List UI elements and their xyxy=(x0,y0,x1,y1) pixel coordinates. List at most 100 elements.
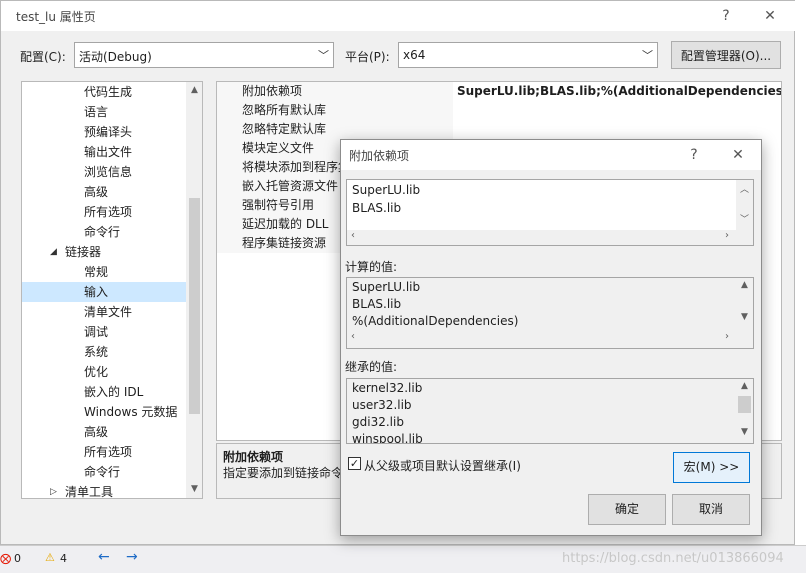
forward-arrow-icon[interactable]: → xyxy=(126,549,138,565)
evaluated-value-box: SuperLU.lib BLAS.lib %(AdditionalDependenc… xyxy=(346,277,754,349)
macro-button[interactable]: 宏(M) >> xyxy=(673,452,750,483)
scrollbar-thumb[interactable] xyxy=(189,198,200,414)
tree-item[interactable]: 命令行 xyxy=(22,462,187,482)
close-button[interactable]: ✕ xyxy=(757,5,783,27)
description-title: 附加依赖项 xyxy=(223,450,284,464)
tree-item[interactable]: ▷ 清单工具 xyxy=(22,482,187,499)
tree-item[interactable]: 嵌入的 IDL xyxy=(22,382,187,402)
window-titlebar: test_lu 属性页 ? ✕ xyxy=(1,1,796,31)
tree-item[interactable]: 系统 xyxy=(22,342,187,362)
edit-vscrollbar[interactable]: ︿ ﹀ xyxy=(736,180,753,230)
tree-item-label: 命令行 xyxy=(84,225,121,239)
checkmark-icon: ✓ xyxy=(349,457,360,470)
tree-item[interactable]: ◢ 链接器 xyxy=(22,242,187,262)
scrollbar-thumb[interactable] xyxy=(738,396,751,413)
inherited-value-box: kernel32.lib user32.lib gdi32.lib winspool.… xyxy=(346,378,754,444)
scroll-up-icon[interactable]: ▲ xyxy=(736,381,753,391)
settings-tree[interactable]: 代码生成 语言 预编译头 输出文件 浏览信息 高级 所有选项 命令行 ◢ 链接器 常规 输入 清单文件调… xyxy=(21,81,203,499)
dialog-help-button[interactable]: ? xyxy=(681,144,707,166)
error-count[interactable]: 0 xyxy=(14,552,21,565)
tree-item[interactable]: 输出文件 xyxy=(22,142,187,162)
tree-item[interactable]: 所有选项 xyxy=(22,442,187,462)
tree-item[interactable]: Windows 元数据 xyxy=(22,402,187,422)
evaluated-line: SuperLU.lib xyxy=(352,280,421,294)
watermark-text: https://blog.csdn.net/u013866094 xyxy=(562,551,784,566)
tree-item-label: 代码生成 xyxy=(84,85,133,99)
tree-item-label: 系统 xyxy=(84,345,109,359)
scroll-up-icon[interactable]: ▲ xyxy=(736,280,753,290)
property-value[interactable] xyxy=(453,101,457,120)
inherited-label: 继承的值: xyxy=(345,360,398,374)
tree-item-label: 所有选项 xyxy=(84,205,133,219)
tree-item[interactable]: 语言 xyxy=(22,102,187,122)
tree-item[interactable]: 调试 xyxy=(22,322,187,342)
scroll-left-icon[interactable]: ‹ xyxy=(351,331,355,342)
scroll-right-icon[interactable]: › xyxy=(725,331,729,342)
back-arrow-icon[interactable]: ← xyxy=(98,549,110,565)
tree-item[interactable]: 命令行 xyxy=(22,222,187,242)
evaluated-line: %(AdditionalDependencies) xyxy=(352,314,519,328)
inherit-checkbox[interactable]: ✓ xyxy=(348,457,361,470)
dependencies-edit-box[interactable]: SuperLU.lib BLAS.lib ︿ ﹀ ‹ › xyxy=(346,179,754,246)
property-name[interactable]: 附加依赖项 xyxy=(217,82,453,101)
collapsed-arrow-icon[interactable]: ▷ xyxy=(50,482,57,498)
cancel-button[interactable]: 取消 xyxy=(672,494,750,525)
tree-item[interactable]: 预编译头 xyxy=(22,122,187,142)
tree-item-label: 浏览信息 xyxy=(84,165,133,179)
scroll-up-icon[interactable]: ︿ xyxy=(736,182,753,195)
warning-icon: ⚠ xyxy=(45,551,55,564)
tree-scrollbar[interactable]: ▲ ▼ xyxy=(186,82,202,498)
inherit-checkbox-label[interactable]: 从父级或项目默认设置继承(I) xyxy=(364,457,521,474)
tree-item-label: 链接器 xyxy=(65,245,102,259)
scroll-down-icon[interactable]: ▼ xyxy=(736,427,753,437)
tree-item[interactable]: 常规 xyxy=(22,262,187,282)
config-dropdown[interactable]: 活动(Debug) ﹀ xyxy=(74,42,334,68)
edit-hscrollbar[interactable]: ‹ › xyxy=(347,230,753,245)
property-value[interactable] xyxy=(453,120,457,139)
scroll-down-icon[interactable]: ﹀ xyxy=(736,212,753,225)
warning-count[interactable]: 4 xyxy=(60,552,67,565)
tree-item[interactable]: 代码生成 xyxy=(22,82,187,102)
tree-item-label: 所有选项 xyxy=(84,445,133,459)
tree-item[interactable]: 浏览信息 xyxy=(22,162,187,182)
additional-dependencies-dialog: 附加依赖项 ? ✕ SuperLU.lib BLAS.lib ︿ ﹀ ‹ › 计算… xyxy=(340,139,762,536)
tree-item[interactable]: 清单文件 xyxy=(22,302,187,322)
evaluated-vscrollbar[interactable]: ▲ ▼ xyxy=(736,278,753,330)
chevron-down-icon: ﹀ xyxy=(318,49,329,62)
window-title: test_lu 属性页 xyxy=(16,10,96,24)
platform-label: 平台(P): xyxy=(345,50,390,64)
tree-item[interactable]: 高级 xyxy=(22,182,187,202)
property-value[interactable]: SuperLU.lib;BLAS.lib;%(AdditionalDepende… xyxy=(453,82,781,101)
inherited-line: winspool.lib xyxy=(352,432,423,444)
tree-item-label: 清单工具 xyxy=(65,485,114,499)
dependency-line: SuperLU.lib xyxy=(352,183,421,197)
tree-item-label: Windows 元数据 xyxy=(84,405,178,419)
tree-item-label: 输入 xyxy=(84,285,109,299)
evaluated-label: 计算的值: xyxy=(345,260,398,274)
scroll-right-icon[interactable]: › xyxy=(725,230,729,241)
scroll-left-icon[interactable]: ‹ xyxy=(351,230,355,241)
dialog-title: 附加依赖项 xyxy=(349,149,410,163)
scroll-down-icon[interactable]: ▼ xyxy=(186,484,202,494)
tree-item[interactable]: 输入 xyxy=(22,282,187,302)
dialog-close-button[interactable]: ✕ xyxy=(725,144,751,166)
scroll-down-icon[interactable]: ▼ xyxy=(736,312,753,322)
status-bar: ⨂ 0 ⚠ 4 ← → https://blog.csdn.net/u01386… xyxy=(0,545,806,573)
config-value: 活动(Debug) xyxy=(79,50,152,64)
property-name[interactable]: 忽略特定默认库 xyxy=(217,120,453,139)
ok-button[interactable]: 确定 xyxy=(588,494,666,525)
tree-item[interactable]: 优化 xyxy=(22,362,187,382)
tree-item-label: 嵌入的 IDL xyxy=(84,385,144,399)
platform-value: x64 xyxy=(403,48,426,62)
evaluated-hscrollbar[interactable]: ‹ › xyxy=(347,331,753,348)
config-manager-button[interactable]: 配置管理器(O)... xyxy=(671,41,781,69)
inherited-vscrollbar[interactable]: ▲ ▼ xyxy=(736,379,753,443)
tree-item[interactable]: 所有选项 xyxy=(22,202,187,222)
inherited-line: user32.lib xyxy=(352,398,412,412)
scroll-up-icon[interactable]: ▲ xyxy=(186,85,202,95)
tree-item[interactable]: 高级 xyxy=(22,422,187,442)
platform-dropdown[interactable]: x64 ﹀ xyxy=(398,42,658,68)
expanded-arrow-icon[interactable]: ◢ xyxy=(50,242,57,262)
help-button[interactable]: ? xyxy=(713,5,739,27)
property-name[interactable]: 忽略所有默认库 xyxy=(217,101,453,120)
